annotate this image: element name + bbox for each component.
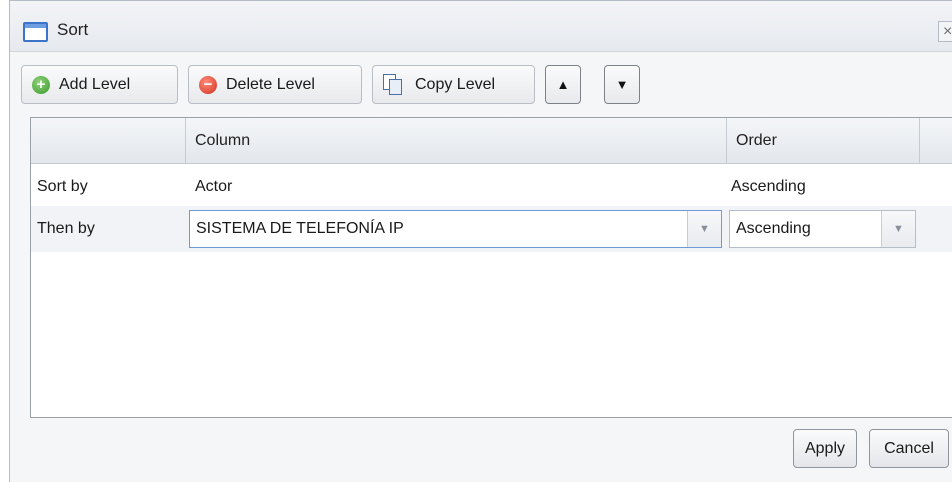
row-order-value: Ascending bbox=[731, 178, 806, 195]
chevron-down-icon[interactable]: ▼ bbox=[687, 211, 721, 247]
copy-level-button[interactable]: Copy Level bbox=[372, 65, 535, 104]
copy-level-label: Copy Level bbox=[415, 75, 496, 93]
add-level-button[interactable]: + Add Level bbox=[21, 65, 178, 104]
move-up-button[interactable]: ▲ bbox=[545, 65, 581, 104]
row-column-value: Actor bbox=[195, 178, 233, 195]
minus-circle-icon: − bbox=[199, 75, 217, 94]
delete-level-button[interactable]: − Delete Level bbox=[188, 65, 362, 104]
column-select[interactable]: SISTEMA DE TELEFONÍA IP ▼ bbox=[189, 210, 722, 248]
row-label: Then by bbox=[37, 220, 95, 237]
header-column[interactable]: Column bbox=[186, 118, 727, 163]
table-row[interactable]: Then by SISTEMA DE TELEFONÍA IP ▼ Ascend… bbox=[31, 206, 952, 252]
chevron-down-icon[interactable]: ▼ bbox=[881, 211, 915, 247]
sort-dialog: Sort × + Add Level − Delete Level Copy L… bbox=[9, 0, 952, 482]
dialog-title: Sort bbox=[57, 20, 89, 39]
plus-circle-icon: + bbox=[32, 75, 50, 94]
grid-header: Column Order bbox=[31, 118, 952, 164]
column-select-value: SISTEMA DE TELEFONÍA IP bbox=[196, 220, 404, 237]
header-order[interactable]: Order bbox=[727, 118, 920, 163]
window-icon bbox=[23, 22, 48, 42]
close-button[interactable]: × bbox=[938, 21, 952, 42]
table-row[interactable]: Sort by Actor Ascending bbox=[31, 164, 952, 210]
order-select-value: Ascending bbox=[736, 220, 811, 237]
delete-level-label: Delete Level bbox=[226, 75, 315, 93]
header-label-column bbox=[31, 118, 186, 163]
cancel-button[interactable]: Cancel bbox=[869, 429, 949, 468]
move-down-button[interactable]: ▼ bbox=[604, 65, 640, 104]
copy-icon bbox=[383, 73, 403, 96]
row-label: Sort by bbox=[37, 178, 88, 195]
apply-button[interactable]: Apply bbox=[793, 429, 857, 468]
sort-levels-grid: Column Order Sort by Actor Ascending The… bbox=[30, 117, 952, 418]
order-select[interactable]: Ascending ▼ bbox=[729, 210, 916, 248]
add-level-label: Add Level bbox=[59, 75, 131, 93]
title-bar[interactable]: Sort × bbox=[10, 1, 952, 52]
